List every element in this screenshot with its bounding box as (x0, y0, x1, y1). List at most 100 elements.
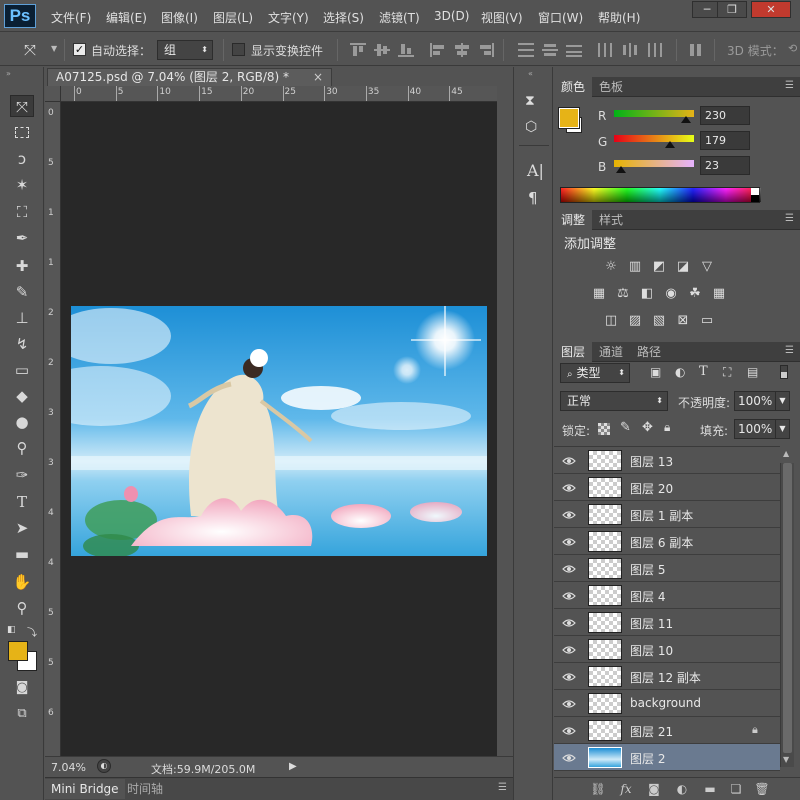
panel-menu-icon[interactable]: ☰ (785, 80, 794, 91)
vibrance-icon[interactable]: ▽ (698, 259, 716, 275)
chevron-down-icon[interactable]: ▼ (775, 420, 789, 438)
opacity-field[interactable]: 100% ▼ (734, 391, 790, 411)
distribute-bottom-icon[interactable] (566, 43, 582, 57)
add-mask-icon[interactable]: ◙ (646, 781, 662, 797)
visibility-eye-icon[interactable] (562, 536, 576, 546)
layer-style-icon[interactable]: fx (618, 781, 634, 797)
lock-position-icon[interactable]: ✥ (642, 420, 653, 435)
menu-window[interactable]: 窗口(W) (538, 9, 583, 26)
layer-name[interactable]: 图层 13 (630, 453, 673, 470)
filter-shape-icon[interactable]: ⛶ (723, 365, 731, 380)
menu-layer[interactable]: 图层(L) (213, 9, 253, 26)
posterize-icon[interactable]: ▨ (626, 313, 644, 329)
history-panel-icon[interactable]: ⧗ (525, 93, 535, 109)
quick-mask-icon[interactable]: ◙ (10, 677, 34, 699)
layer-thumbnail[interactable] (588, 504, 622, 525)
visibility-eye-icon[interactable] (562, 698, 576, 708)
tab-timeline[interactable]: 时间轴 (121, 779, 169, 799)
lock-all-icon[interactable]: 🔒︎ (664, 420, 670, 435)
align-bottom-icon[interactable] (398, 43, 414, 57)
lock-image-icon[interactable]: ✎ (620, 420, 631, 435)
scrollbar-thumb[interactable] (783, 463, 792, 753)
visibility-eye-icon[interactable] (562, 563, 576, 573)
tab-swatches[interactable]: 色板 (592, 77, 630, 97)
paint-bucket-tool-icon[interactable]: ◆ (10, 385, 34, 407)
menu-3d[interactable]: 3D(D) (434, 9, 469, 23)
filter-adjustment-icon[interactable]: ◐ (675, 365, 685, 379)
magic-wand-tool-icon[interactable]: ✶ (10, 174, 34, 196)
panel-menu-icon[interactable]: ☰ (498, 782, 507, 793)
align-left-icon[interactable] (430, 43, 446, 57)
marquee-tool-icon[interactable] (10, 121, 34, 143)
character-panel-icon[interactable]: A| (527, 161, 544, 180)
curves-icon[interactable]: ◩ (650, 259, 668, 275)
menu-filter[interactable]: 滤镜(T) (379, 9, 420, 26)
clone-stamp-tool-icon[interactable]: ⊥ (10, 307, 34, 329)
lasso-tool-icon[interactable]: ↄ (10, 148, 34, 170)
close-button[interactable]: ✕ (751, 1, 791, 18)
r-slider-thumb[interactable] (681, 116, 691, 123)
layer-thumbnail[interactable] (588, 558, 622, 579)
distribute-right-icon[interactable] (646, 43, 662, 57)
b-slider-thumb[interactable] (616, 166, 626, 173)
lock-transparent-icon[interactable] (598, 423, 610, 435)
zoom-level[interactable]: 7.04% (51, 761, 86, 774)
visibility-eye-icon[interactable] (562, 617, 576, 627)
menu-image[interactable]: 图像(I) (161, 9, 198, 26)
new-layer-icon[interactable]: ❏ (728, 781, 744, 797)
layer-row[interactable]: 图层 20 (554, 474, 780, 501)
show-transform-checkbox[interactable] (232, 43, 245, 56)
color-spectrum-bar[interactable] (560, 187, 761, 203)
rotate-3d-icon[interactable]: ⟲ (788, 42, 797, 55)
layer-row[interactable]: background (554, 690, 780, 717)
chevron-down-icon[interactable]: ▼ (51, 44, 57, 53)
layer-filter-dropdown[interactable]: ⌕ 类型 ⬍ (560, 363, 630, 383)
filter-toggle-switch[interactable] (780, 365, 788, 379)
layer-row[interactable]: 图层 10 (554, 636, 780, 663)
layer-name[interactable]: background (630, 696, 701, 710)
history-brush-tool-icon[interactable]: ↯ (10, 333, 34, 355)
eraser-tool-icon[interactable]: ▭ (10, 359, 34, 381)
move-tool-preset-icon[interactable]: ⤧ (24, 41, 36, 59)
new-adjustment-layer-icon[interactable]: ◐ (674, 781, 690, 797)
photo-filter-icon[interactable]: ◉ (662, 286, 680, 302)
r-value-field[interactable]: 230 (700, 106, 750, 125)
selective-color-icon[interactable]: ⊠ (674, 313, 692, 329)
layer-name[interactable]: 图层 1 副本 (630, 507, 693, 524)
pen-tool-icon[interactable]: ✑ (10, 464, 34, 486)
color-lookup-icon[interactable]: ▦ (710, 286, 728, 302)
layer-name[interactable]: 图层 10 (630, 642, 673, 659)
path-selection-tool-icon[interactable]: ➤ (10, 517, 34, 539)
swap-colors-icon[interactable]: ⤵ (27, 624, 37, 639)
status-menu-arrow-icon[interactable]: ▶ (289, 761, 297, 772)
layer-name[interactable]: 图层 20 (630, 480, 673, 497)
auto-select-checkbox[interactable]: ✓ (73, 43, 86, 56)
paragraph-panel-icon[interactable]: ¶ (528, 189, 538, 207)
layer-name[interactable]: 图层 6 副本 (630, 534, 693, 551)
color-foreground-swatch[interactable] (558, 107, 580, 129)
layer-name[interactable]: 图层 4 (630, 588, 665, 605)
layer-thumbnail[interactable] (588, 450, 622, 471)
properties-panel-icon[interactable]: ⬡ (525, 119, 537, 135)
layer-thumbnail[interactable] (588, 747, 622, 768)
layer-row[interactable]: 图层 13 (554, 447, 780, 474)
black-white-icon[interactable]: ◧ (638, 286, 656, 302)
link-layers-icon[interactable]: ⛓ (590, 781, 606, 797)
auto-align-icon[interactable] (688, 43, 704, 57)
layer-row[interactable]: 图层 6 副本 (554, 528, 780, 555)
layer-thumbnail[interactable] (588, 693, 622, 714)
distribute-hcenter-icon[interactable] (622, 43, 638, 57)
hand-tool-icon[interactable]: ✋ (10, 571, 34, 593)
document-tab[interactable]: A07125.psd @ 7.04% (图层 2, RGB/8) * × (47, 68, 332, 86)
levels-icon[interactable]: ▥ (626, 259, 644, 275)
layer-name[interactable]: 图层 12 副本 (630, 669, 701, 686)
align-right-icon[interactable] (478, 43, 494, 57)
ruler-origin[interactable] (45, 86, 61, 102)
g-slider[interactable] (614, 135, 694, 142)
brightness-contrast-icon[interactable]: ☼ (602, 259, 620, 275)
visibility-eye-icon[interactable] (562, 590, 576, 600)
panel-menu-icon[interactable]: ☰ (785, 345, 794, 356)
zoom-tool-icon[interactable]: ⚲ (10, 597, 34, 619)
b-value-field[interactable]: 23 (700, 156, 750, 175)
default-colors-icon[interactable]: ◧ (7, 625, 16, 635)
